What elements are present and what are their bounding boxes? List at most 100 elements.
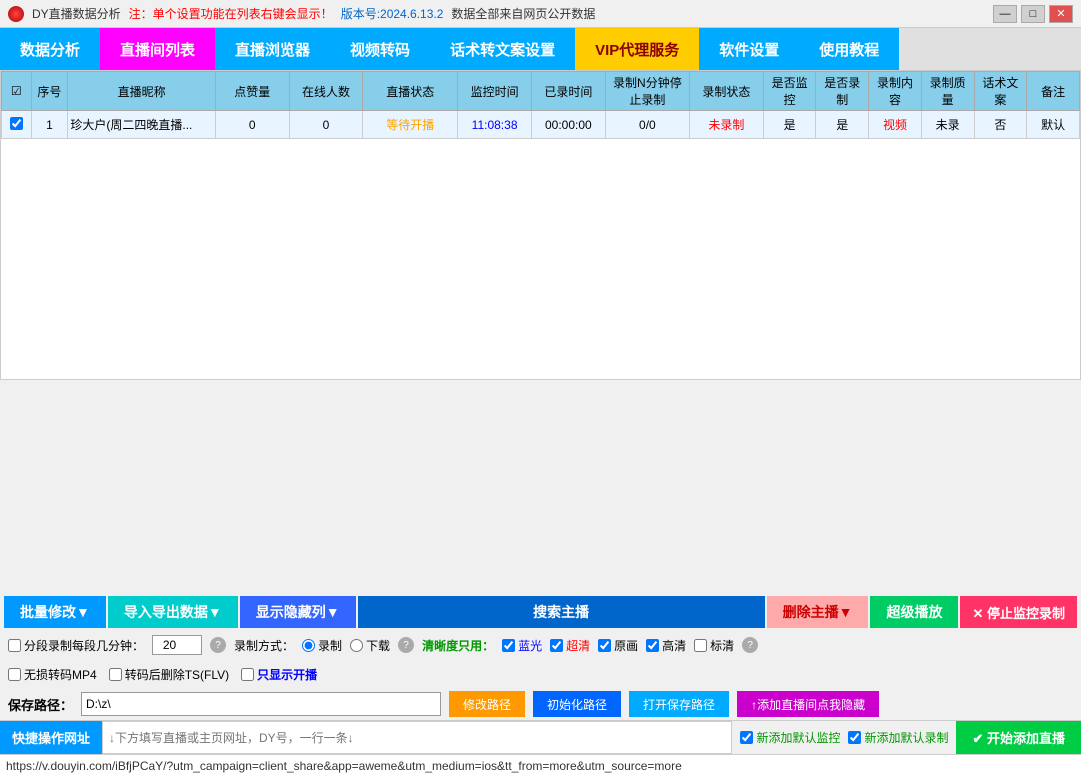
app-icon (8, 6, 24, 22)
quality-original-text: 原画 (614, 637, 638, 654)
download-radio-label[interactable]: 下载 (350, 637, 390, 654)
quality-blue-text: 蓝光 (518, 637, 542, 654)
row-record-time: 00:00:00 (531, 111, 605, 139)
quality-ultra-text: 超清 (566, 637, 590, 654)
segment-record-checkbox[interactable] (8, 639, 21, 652)
record-radio-label[interactable]: 录制 (302, 637, 342, 654)
toolbar-row2b: 无损转码MP4 转码后删除TS(FLV) 只显示开播 (0, 660, 1081, 688)
delete-after-convert-checkbox[interactable] (109, 668, 122, 681)
row-name: 珍大户(周二四晚直播... (68, 111, 216, 139)
save-path-input[interactable] (81, 692, 441, 716)
segment-help-icon[interactable]: ? (210, 637, 226, 653)
row-online: 0 (289, 111, 363, 139)
bottom-row: 快捷操作网址 新添加默认监控 新添加默认录制 ✔ 开始添加直播 (0, 720, 1081, 754)
record-mode-help-icon[interactable]: ? (398, 637, 414, 653)
nav-item-live-list[interactable]: 直播间列表 (100, 28, 215, 70)
search-streamer-button[interactable]: 搜索主播 (358, 596, 765, 628)
add-hide-button[interactable]: ↑添加直播间点我隐藏 (737, 691, 879, 717)
show-only-live-label[interactable]: 只显示开播 (241, 666, 317, 683)
quality-high-label[interactable]: 高清 (646, 637, 686, 654)
default-monitor-checkbox[interactable] (740, 731, 753, 744)
start-add-button[interactable]: ✔ 开始添加直播 (956, 721, 1081, 754)
bottom-checkbox-group: 新添加默认监控 新添加默认录制 (732, 721, 956, 754)
title-bar: DY直播数据分析 注：单个设置功能在列表右键会显示！ 版本号:2024.6.13… (0, 0, 1081, 28)
row-is-monitor: 是 (763, 111, 816, 139)
minimize-button[interactable]: — (993, 5, 1017, 23)
save-path-label: 保存路径： (8, 695, 73, 714)
table-container: ☑序号直播昵称点赞量在线人数直播状态监控时间已录时间录制N分钟停止录制录制状态是… (0, 70, 1081, 380)
row-points: 0 (215, 111, 289, 139)
row-record-content: 视频 (869, 111, 922, 139)
nav-item-video-convert[interactable]: 视频转码 (330, 28, 430, 70)
default-record-checkbox[interactable] (848, 731, 861, 744)
import-export-button[interactable]: 导入导出数据▼ (108, 596, 238, 628)
col-header-name: 直播昵称 (68, 72, 216, 111)
default-monitor-label[interactable]: 新添加默认监控 (740, 729, 840, 746)
init-path-button[interactable]: 初始化路径 (533, 691, 621, 717)
nav-item-browser[interactable]: 直播浏览器 (215, 28, 330, 70)
main-table: ☑序号直播昵称点赞量在线人数直播状态监控时间已录时间录制N分钟停止录制录制状态是… (1, 71, 1080, 139)
open-save-path-button[interactable]: 打开保存路径 (629, 691, 729, 717)
maximize-button[interactable]: □ (1021, 5, 1045, 23)
show-only-live-checkbox[interactable] (241, 668, 254, 681)
col-header-points: 点赞量 (215, 72, 289, 111)
quality-ultra-checkbox[interactable] (550, 639, 563, 652)
col-header-speech_text: 话术文案 (974, 72, 1027, 111)
col-header-online: 在线人数 (289, 72, 363, 111)
row-monitor-time: 11:08:38 (458, 111, 532, 139)
record-mode-label: 录制方式： (234, 637, 294, 654)
col-header-record_time: 已录时间 (531, 72, 605, 111)
row-checkbox[interactable] (10, 117, 23, 130)
quality-blue-checkbox[interactable] (502, 639, 515, 652)
url-input[interactable] (102, 721, 732, 754)
col-header-record_quality: 录制质量 (921, 72, 974, 111)
close-button[interactable]: ✕ (1049, 5, 1073, 23)
quality-standard-label[interactable]: 标清 (694, 637, 734, 654)
quality-high-checkbox[interactable] (646, 639, 659, 652)
stop-monitor-button[interactable]: ✕ 停止监控录制 (960, 596, 1077, 628)
bottom-section: 批量修改▼ 导入导出数据▼ 显示隐藏列▼ 搜索主播 删除主播▼ 超级播放 ✕ 停… (0, 594, 1081, 776)
nav-item-data-analysis[interactable]: 数据分析 (0, 28, 100, 70)
row-record-status: 未录制 (690, 111, 764, 139)
no-loss-convert-checkbox[interactable] (8, 668, 21, 681)
row-auto-stop: 0/0 (605, 111, 689, 139)
row-remark: 默认 (1027, 111, 1080, 139)
show-hide-columns-button[interactable]: 显示隐藏列▼ (240, 596, 356, 628)
default-record-label[interactable]: 新添加默认录制 (848, 729, 948, 746)
quality-blue-label[interactable]: 蓝光 (502, 637, 542, 654)
record-radio[interactable] (302, 639, 315, 652)
segment-record-label[interactable]: 分段录制每段几分钟： (8, 637, 144, 654)
quality-standard-checkbox[interactable] (694, 639, 707, 652)
segment-minutes-input[interactable] (152, 635, 202, 655)
col-header-checkbox: ☑ (2, 72, 32, 111)
modify-path-button[interactable]: 修改路径 (449, 691, 525, 717)
no-loss-convert-label[interactable]: 无损转码MP4 (8, 666, 97, 683)
download-radio[interactable] (350, 639, 363, 652)
quality-ultra-label[interactable]: 超清 (550, 637, 590, 654)
app-name: DY直播数据分析 (32, 5, 121, 22)
delete-streamer-button[interactable]: 删除主播▼ (767, 596, 869, 628)
row-checkbox-cell[interactable] (2, 111, 32, 139)
record-label: 录制 (318, 637, 342, 654)
quality-original-checkbox[interactable] (598, 639, 611, 652)
toolbar-row1: 批量修改▼ 导入导出数据▼ 显示隐藏列▼ 搜索主播 删除主播▼ 超级播放 ✕ 停… (0, 594, 1081, 630)
nav-item-settings[interactable]: 软件设置 (699, 28, 799, 70)
no-loss-convert-text: 无损转码MP4 (24, 666, 97, 683)
quality-original-label[interactable]: 原画 (598, 637, 638, 654)
table-row[interactable]: 1珍大户(周二四晚直播...00等待开播11:08:3800:00:000/0未… (2, 111, 1080, 139)
quality-standard-text: 标清 (710, 637, 734, 654)
save-path-row: 保存路径： 修改路径 初始化路径 打开保存路径 ↑添加直播间点我隐藏 (0, 688, 1081, 720)
row-speech-text: 否 (974, 111, 1027, 139)
nav-item-speech-setting[interactable]: 话术转文案设置 (430, 28, 575, 70)
quality-only-label: 清晰度只用： (422, 637, 494, 654)
quality-high-text: 高清 (662, 637, 686, 654)
quality-help-icon[interactable]: ? (742, 637, 758, 653)
batch-modify-button[interactable]: 批量修改▼ (4, 596, 106, 628)
nav-item-vip-service[interactable]: VIP代理服务 (575, 28, 699, 70)
show-only-live-text: 只显示开播 (257, 666, 317, 683)
super-play-button[interactable]: 超级播放 (870, 596, 958, 628)
nav-item-tutorial[interactable]: 使用教程 (799, 28, 899, 70)
delete-after-convert-label[interactable]: 转码后删除TS(FLV) (109, 666, 229, 683)
col-header-record_content: 录制内容 (869, 72, 922, 111)
toolbar-row2: 分段录制每段几分钟： ? 录制方式： 录制 下载 ? 清晰度只用： 蓝光 超清 … (0, 630, 1081, 660)
